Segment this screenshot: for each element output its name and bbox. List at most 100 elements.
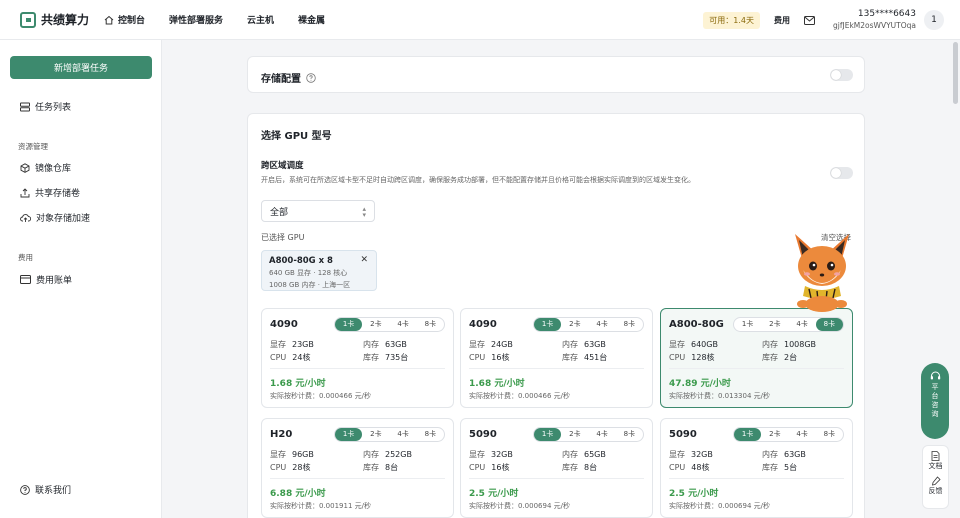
- sidebar-item-shared-storage[interactable]: 共享存储卷: [20, 186, 80, 199]
- mem-label: 内存: [562, 340, 578, 349]
- card-count-option[interactable]: 2卡: [362, 318, 389, 331]
- cpu-value: 48核: [691, 463, 710, 472]
- region-select[interactable]: 全部 ▴ ▾: [261, 200, 375, 222]
- card-count-option[interactable]: 2卡: [561, 428, 588, 441]
- brand-logo[interactable]: 共绩算力: [20, 11, 98, 28]
- card-count-option[interactable]: 8卡: [616, 318, 643, 331]
- gpu-option-card[interactable]: 4090 1卡 2卡 4卡 8卡 显存 23GB 内存 63GB CPU 24核 库存 735…: [261, 308, 454, 408]
- card-count-selector[interactable]: 1卡 2卡 4卡 8卡: [334, 427, 445, 442]
- card-count-selector[interactable]: 1卡 2卡 4卡 8卡: [334, 317, 445, 332]
- card-count-option[interactable]: 1卡: [335, 428, 363, 441]
- feedback-icon: [931, 476, 941, 486]
- account-info[interactable]: 135****6643 gjfJEkM2osWVYUTOqa: [833, 9, 916, 31]
- card-count-option[interactable]: 8卡: [417, 428, 444, 441]
- nav-console[interactable]: 控制台: [104, 13, 145, 26]
- brand-name: 共绩算力: [41, 13, 90, 27]
- mail-icon[interactable]: [804, 15, 816, 25]
- per-second-price: 实际按秒计费：0.000694 元/秒: [669, 501, 770, 511]
- gpu-name: 5090: [469, 429, 497, 440]
- card-count-option[interactable]: 1卡: [335, 318, 363, 331]
- storage-config-title: 存储配置: [261, 70, 316, 85]
- stock-spec: 库存 8台: [363, 462, 398, 473]
- card-count-option[interactable]: 2卡: [561, 318, 588, 331]
- card-count-option[interactable]: 1卡: [534, 318, 562, 331]
- region-select-value: 全部: [270, 207, 289, 218]
- nav-bare-metal[interactable]: 裸金属: [298, 13, 325, 26]
- sidebar-item-contact[interactable]: 联系我们: [20, 483, 71, 496]
- card-count-option[interactable]: 8卡: [816, 428, 843, 441]
- cpu-label: CPU: [669, 463, 686, 472]
- card-count-selector[interactable]: 1卡 2卡 4卡 8卡: [533, 317, 644, 332]
- vram-spec: 显存 32GB: [469, 449, 513, 460]
- cpu-label: CPU: [469, 353, 486, 362]
- availability-badge[interactable]: 可用：1.4天: [703, 11, 761, 29]
- docs-label: 文档: [928, 462, 943, 470]
- platform-support-button[interactable]: 平台咨询: [921, 363, 949, 439]
- card-count-selector[interactable]: 1卡 2卡 4卡 8卡: [533, 427, 644, 442]
- card-count-option[interactable]: 4卡: [390, 318, 417, 331]
- card-count-option[interactable]: 8卡: [417, 318, 444, 331]
- card-count-option[interactable]: 1卡: [734, 428, 762, 441]
- per-second-value: 0.000466 元/秒: [518, 392, 570, 400]
- per-second-value: 0.000694 元/秒: [518, 502, 570, 510]
- card-count-option[interactable]: 1卡: [534, 428, 562, 441]
- card-count-option[interactable]: 2卡: [362, 428, 389, 441]
- sidebar-item-label: 镜像仓库: [35, 164, 72, 174]
- sidebar-item-billing[interactable]: 费用账单: [20, 273, 72, 286]
- stock-spec: 库存 735台: [363, 352, 408, 363]
- gpu-name: 4090: [469, 319, 497, 330]
- stock-label: 库存: [363, 353, 379, 362]
- avatar[interactable]: 1: [924, 10, 944, 30]
- vram-value: 32GB: [491, 450, 513, 459]
- sidebar-item-object-storage[interactable]: 对象存储加速: [20, 211, 90, 224]
- stock-value: 2台: [784, 353, 798, 362]
- gpu-option-card[interactable]: 5090 1卡 2卡 4卡 8卡 显存 32GB 内存 65GB CPU 16核 库存 8台 …: [460, 418, 653, 518]
- card-count-option[interactable]: 2卡: [761, 318, 788, 331]
- main-nav: 控制台 弹性部署服务 云主机 裸金属: [104, 13, 349, 26]
- card-count-option[interactable]: 4卡: [789, 428, 816, 441]
- card-count-option[interactable]: 4卡: [589, 428, 616, 441]
- gpu-option-card[interactable]: 4090 1卡 2卡 4卡 8卡 显存 24GB 内存 63GB CPU 16核 库存 451…: [460, 308, 653, 408]
- gpu-option-card[interactable]: 5090 1卡 2卡 4卡 8卡 显存 32GB 内存 63GB CPU 48核 库存 5台 …: [660, 418, 853, 518]
- nav-elastic[interactable]: 弹性部署服务: [169, 13, 223, 26]
- card-count-option[interactable]: 8卡: [616, 428, 643, 441]
- per-second-label: 实际按秒计费：: [669, 392, 718, 400]
- mem-value: 63GB: [584, 340, 606, 349]
- card-count-option[interactable]: 2卡: [761, 428, 788, 441]
- card-count-option[interactable]: 1卡: [734, 318, 761, 331]
- docs-button[interactable]: 文档: [929, 451, 943, 471]
- nav-cloud-host[interactable]: 云主机: [247, 13, 274, 26]
- sidebar-group-resources: 资源管理: [18, 142, 48, 151]
- card-count-option[interactable]: 8卡: [815, 318, 843, 331]
- card-count-option[interactable]: 4卡: [589, 318, 616, 331]
- gpu-option-card[interactable]: H20 1卡 2卡 4卡 8卡 显存 96GB 内存 252GB CPU 28核 库存 8台 …: [261, 418, 454, 518]
- feedback-button[interactable]: 反馈: [929, 476, 943, 496]
- sidebar-item-task-list[interactable]: 任务列表: [20, 100, 71, 113]
- document-icon: [931, 451, 940, 461]
- per-second-label: 实际按秒计费：: [669, 502, 718, 510]
- per-second-value: 0.000466 元/秒: [319, 392, 371, 400]
- new-task-button[interactable]: 新增部署任务: [10, 56, 152, 79]
- mem-spec: 内存 63GB: [762, 449, 806, 460]
- sidebar-item-image-repo[interactable]: 镜像仓库: [20, 161, 71, 174]
- per-second-value: 0.001911 元/秒: [319, 502, 371, 510]
- sidebar-item-label: 任务列表: [35, 103, 72, 113]
- fee-link[interactable]: 费用: [774, 15, 790, 26]
- card-count-option[interactable]: 4卡: [789, 318, 816, 331]
- close-icon[interactable]: ✕: [360, 255, 368, 265]
- gpu-option-card[interactable]: A800-80G 1卡 2卡 4卡 8卡 显存 640GB 内存 1008GB CPU 12…: [660, 308, 853, 408]
- gpu-section-title: 选择 GPU 型号: [261, 131, 332, 142]
- vram-label: 显存: [469, 450, 485, 459]
- float-tools: 文档 反馈: [922, 445, 949, 509]
- cross-region-toggle[interactable]: [830, 167, 853, 179]
- scrollbar[interactable]: [953, 42, 958, 104]
- cpu-label: CPU: [270, 353, 287, 362]
- mem-value: 63GB: [385, 340, 407, 349]
- card-count-selector[interactable]: 1卡 2卡 4卡 8卡: [733, 427, 844, 442]
- card-count-option[interactable]: 4卡: [390, 428, 417, 441]
- storage-toggle[interactable]: [830, 69, 853, 81]
- card-count-selector[interactable]: 1卡 2卡 4卡 8卡: [733, 317, 844, 332]
- mem-value: 252GB: [385, 450, 412, 459]
- help-icon[interactable]: [306, 72, 316, 83]
- vram-spec: 显存 23GB: [270, 339, 314, 350]
